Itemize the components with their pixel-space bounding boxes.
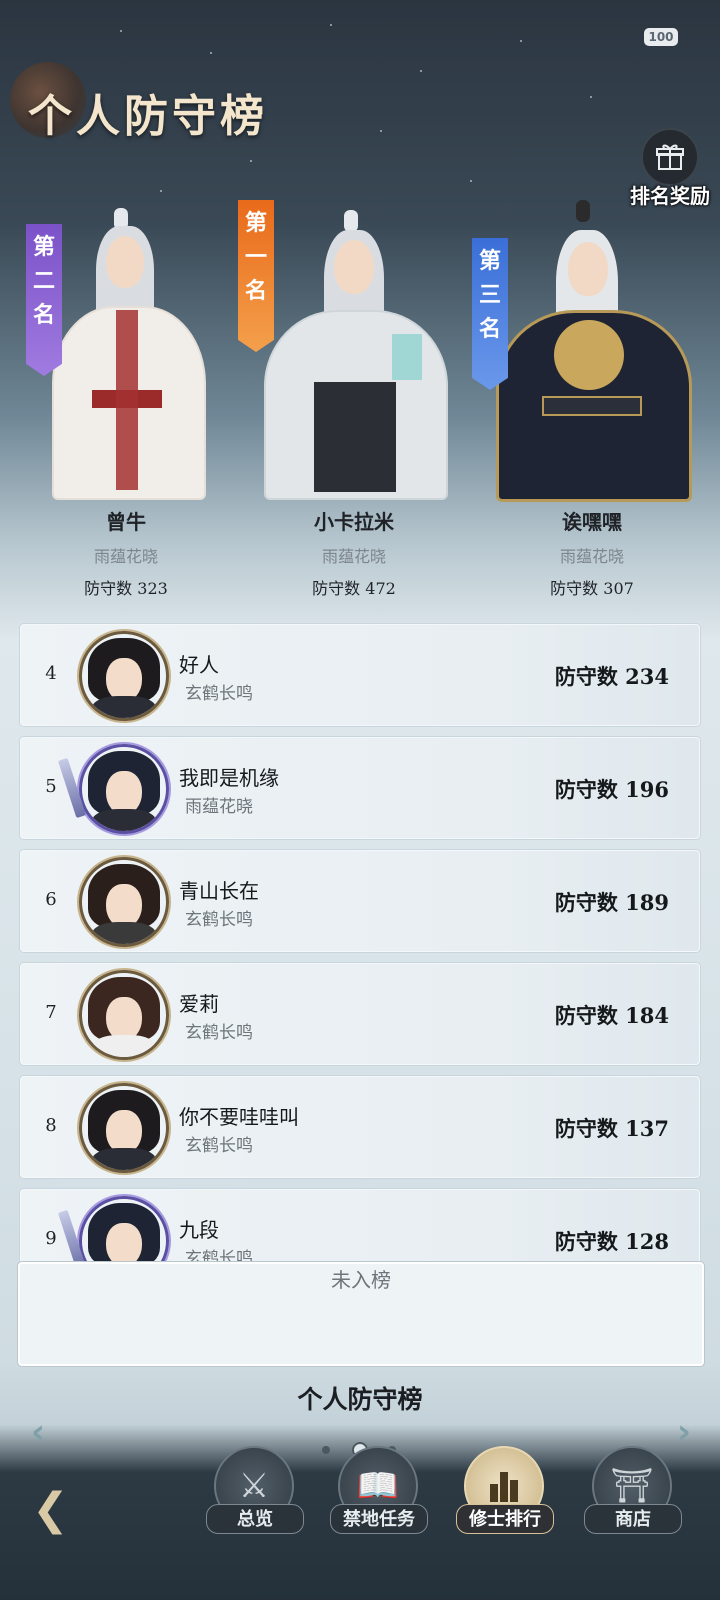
nav-label: 禁地任务 bbox=[330, 1504, 428, 1534]
ranking-row[interactable]: 8 你不要哇哇叫 玄鹤长鸣 防守数 137 bbox=[20, 1076, 700, 1178]
guild-name: 雨蕴花晓 bbox=[559, 547, 624, 566]
player-name: 九段 bbox=[179, 1218, 219, 1242]
nav-cultivator-ranking[interactable]: 修士排行 bbox=[456, 1446, 554, 1540]
rank-number: 5 bbox=[45, 776, 57, 797]
avatar[interactable] bbox=[79, 970, 169, 1060]
page-title: 个人防守榜 bbox=[28, 91, 268, 142]
defense-score: 防守数 196 bbox=[554, 777, 669, 802]
nav-overview[interactable]: ⚔ 总览 bbox=[206, 1446, 304, 1540]
self-rank-panel: 未入榜 bbox=[18, 1262, 704, 1366]
podium-info-first[interactable]: 小卡拉米 雨蕴花晓 防守数 472 bbox=[254, 506, 454, 599]
defense-score: 防守数 189 bbox=[554, 890, 669, 915]
ranking-row[interactable]: 4 好人 玄鹤长鸣 防守数 234 bbox=[20, 624, 700, 726]
defense-score: 防守数 128 bbox=[554, 1229, 669, 1254]
defense-score: 防守数 323 bbox=[84, 579, 168, 598]
rank-reward-button[interactable]: 排名奖励 bbox=[624, 128, 716, 208]
avatar[interactable] bbox=[79, 1083, 169, 1173]
previous-board-button[interactable]: ‹ bbox=[22, 1412, 54, 1452]
defense-score: 防守数 472 bbox=[312, 579, 396, 598]
chevron-left-icon: ‹ bbox=[30, 1412, 45, 1452]
player-name: 爱莉 bbox=[179, 992, 219, 1016]
rank-banner-first: 第一名 bbox=[238, 200, 274, 352]
podium-character-first[interactable] bbox=[244, 206, 454, 500]
ranking-row[interactable]: 7 爱莉 玄鹤长鸣 防守数 184 bbox=[20, 963, 700, 1065]
player-name: 好人 bbox=[179, 653, 219, 677]
nav-label: 总览 bbox=[206, 1504, 304, 1534]
nav-forbidden-tasks[interactable]: 📖 禁地任务 bbox=[330, 1446, 428, 1540]
ranking-row[interactable]: 9 九段 玄鹤长鸣 防守数 128 bbox=[20, 1189, 700, 1271]
avatar[interactable] bbox=[79, 857, 169, 947]
defense-score: 防守数 307 bbox=[550, 579, 634, 598]
rank-number: 6 bbox=[45, 889, 57, 910]
rank-number: 9 bbox=[45, 1228, 57, 1249]
guild-name: 雨蕴花晓 bbox=[185, 797, 253, 817]
defense-score: 防守数 184 bbox=[554, 1003, 669, 1028]
podium-info-third[interactable]: 诶嘿嘿 雨蕴花晓 防守数 307 bbox=[492, 506, 692, 599]
defense-score: 防守数 137 bbox=[554, 1116, 669, 1141]
nav-shop[interactable]: ⛩ 商店 bbox=[584, 1446, 682, 1540]
player-name: 我即是机缘 bbox=[179, 766, 279, 790]
podium-character-third[interactable] bbox=[484, 200, 698, 502]
player-name: 小卡拉米 bbox=[314, 510, 394, 534]
avatar[interactable] bbox=[79, 744, 169, 834]
nav-label: 商店 bbox=[584, 1504, 682, 1534]
rank-banner-second: 第二名 bbox=[26, 224, 62, 376]
back-arrow-icon: ❮ bbox=[32, 1484, 69, 1535]
board-name: 个人防守榜 bbox=[297, 1385, 423, 1414]
rank-number: 4 bbox=[45, 663, 57, 684]
guild-name: 玄鹤长鸣 bbox=[185, 1136, 253, 1156]
guild-name: 玄鹤长鸣 bbox=[185, 910, 253, 930]
ranking-row[interactable]: 6 青山长在 玄鹤长鸣 防守数 189 bbox=[20, 850, 700, 952]
podium-info-second[interactable]: 曾牛 雨蕴花晓 防守数 323 bbox=[26, 506, 226, 599]
guild-name: 玄鹤长鸣 bbox=[185, 684, 253, 704]
battery-indicator: 100 bbox=[644, 28, 678, 46]
player-name: 诶嘿嘿 bbox=[562, 510, 622, 534]
gift-icon bbox=[641, 128, 699, 186]
avatar[interactable] bbox=[79, 631, 169, 721]
defense-score: 防守数 234 bbox=[554, 664, 669, 689]
rank-banner-third: 第三名 bbox=[472, 238, 508, 390]
avatar[interactable] bbox=[79, 1196, 169, 1270]
guild-name: 雨蕴花晓 bbox=[93, 547, 158, 566]
player-name: 青山长在 bbox=[179, 879, 259, 903]
player-name: 你不要哇哇叫 bbox=[179, 1105, 299, 1129]
page-dot-1[interactable] bbox=[322, 1446, 330, 1454]
player-name: 曾牛 bbox=[106, 510, 146, 534]
rank-number: 8 bbox=[45, 1115, 57, 1136]
guild-name: 雨蕴花晓 bbox=[321, 547, 386, 566]
back-button[interactable]: ❮ bbox=[32, 1482, 92, 1538]
guild-name: 玄鹤长鸣 bbox=[185, 1023, 253, 1043]
rank-number: 7 bbox=[45, 1002, 57, 1023]
ranking-row[interactable]: 5 我即是机缘 雨蕴花晓 防守数 196 bbox=[20, 737, 700, 839]
nav-label: 修士排行 bbox=[456, 1504, 554, 1534]
